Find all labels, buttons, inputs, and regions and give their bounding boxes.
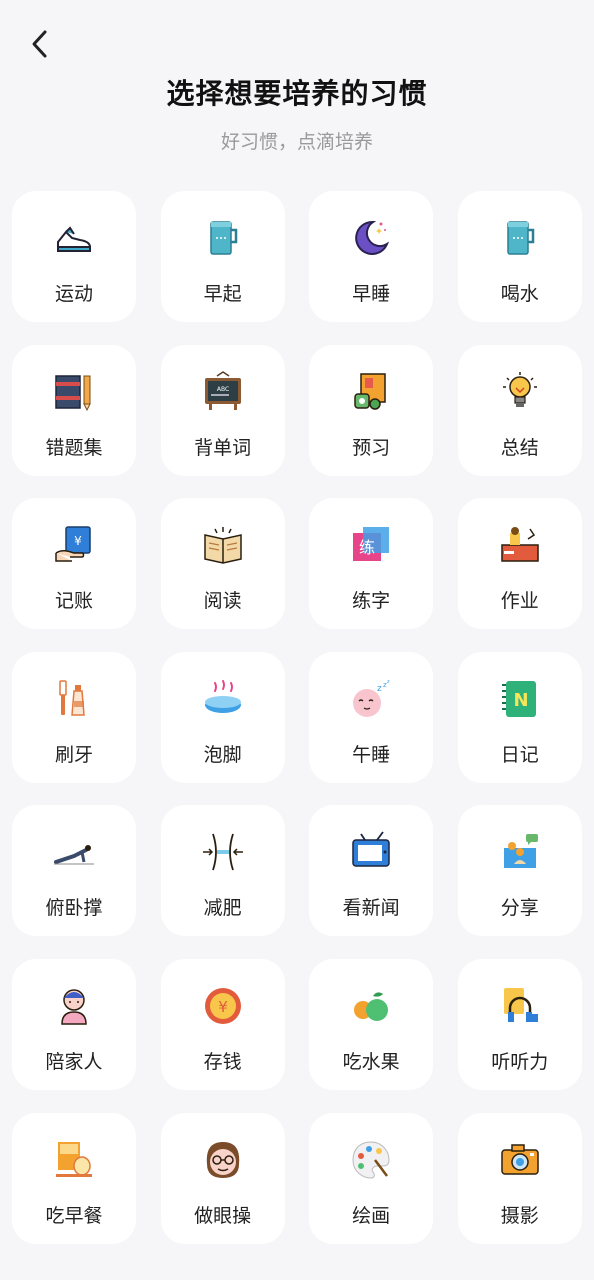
habit-label: 早起: [203, 283, 242, 305]
habit-label: 吃早餐: [45, 1204, 103, 1227]
fruit-icon: [354, 992, 389, 1021]
habit-label: 分享: [500, 897, 539, 920]
calligraphy-icon: 练: [353, 527, 390, 562]
habit-card[interactable]: 分享: [457, 805, 582, 937]
habit-card[interactable]: 吃水果: [309, 958, 434, 1090]
habit-card[interactable]: 吃早餐: [12, 1112, 136, 1244]
habit-label: 早睡: [352, 283, 391, 305]
habit-card[interactable]: 听听力: [457, 958, 582, 1090]
page-subtitle: 好习惯，点滴培养: [220, 131, 373, 153]
svg-text:练: 练: [359, 538, 375, 557]
habit-card[interactable]: 练练字: [309, 498, 434, 630]
habit-label: 吃水果: [342, 1050, 400, 1073]
palette-icon: [352, 1141, 390, 1179]
habit-card[interactable]: 作业: [457, 498, 582, 630]
habit-label: 日记: [500, 743, 539, 766]
money-hand-icon: ¥: [55, 526, 91, 562]
habit-label: 看新闻: [342, 897, 400, 920]
habit-card[interactable]: 喝水: [457, 191, 582, 322]
pushup-icon: [54, 845, 94, 865]
svg-text:z: z: [387, 679, 390, 685]
svg-text:ABC: ABC: [216, 386, 228, 393]
habit-card[interactable]: 俯卧撑: [12, 805, 136, 937]
chevron-left-icon: [32, 30, 47, 58]
habit-card[interactable]: 总结: [457, 344, 582, 476]
habit-card[interactable]: ¥ 存钱: [160, 958, 285, 1090]
habit-card[interactable]: 减肥: [160, 805, 285, 937]
habit-label: 总结: [500, 436, 539, 459]
habit-label: 背单词: [194, 436, 252, 459]
lightbulb-icon: [502, 371, 537, 407]
toothbrush-icon: [59, 680, 85, 716]
habit-label: 泡脚: [203, 743, 242, 766]
habit-label: 做眼操: [194, 1204, 252, 1227]
page-title: 选择想要培养的习惯: [166, 77, 428, 110]
habit-card[interactable]: 摄影: [457, 1112, 582, 1244]
habit-card[interactable]: 预习: [309, 344, 434, 476]
open-book-icon: [203, 527, 242, 564]
habit-card[interactable]: 绘画: [309, 1112, 434, 1244]
glasses-face-icon: [206, 1141, 239, 1178]
person-icon: [61, 989, 87, 1025]
moon-icon: [355, 220, 390, 255]
habit-label: 阅读: [203, 590, 242, 613]
habit-label: 绘画: [352, 1204, 391, 1227]
book-stack-icon: [354, 372, 386, 410]
habit-card[interactable]: 陪家人: [12, 958, 136, 1090]
habit-label: 减肥: [203, 897, 242, 920]
headphones-icon: [503, 987, 538, 1022]
habit-label: 俯卧撑: [45, 897, 103, 920]
desk-lamp-icon: [501, 527, 539, 562]
habit-grid: 运动 早起 早睡 喝水 错题集 ABC 背单词 预习 总结 ¥ 记账 阅读练练字 作业 刷牙 泡脚 z z z 午睡…: [12, 191, 582, 1244]
foot-basin-icon: [204, 679, 241, 713]
svg-text:¥: ¥: [74, 534, 82, 548]
habit-card[interactable]: 错题集: [12, 344, 136, 476]
habit-label: 陪家人: [45, 1050, 103, 1073]
habit-label: 作业: [500, 590, 539, 613]
habit-card[interactable]: 早起: [160, 191, 285, 322]
habit-label: 午睡: [352, 743, 391, 766]
share-people-icon: [503, 834, 538, 869]
habit-card[interactable]: 看新闻: [309, 805, 434, 937]
svg-text:¥: ¥: [218, 998, 228, 1016]
notebook-pencil-icon: [55, 374, 91, 411]
camera-icon: [501, 1143, 539, 1175]
habit-label: 摄影: [500, 1204, 539, 1227]
waist-icon: [202, 834, 243, 871]
tv-icon: [352, 831, 390, 868]
habit-card[interactable]: ABC 背单词: [160, 344, 285, 476]
habit-label: 喝水: [500, 283, 539, 305]
habit-label: 预习: [352, 436, 391, 459]
habit-card[interactable]: 运动: [12, 191, 136, 322]
habit-label: 练字: [352, 590, 391, 613]
sleepy-face-icon: zzz: [353, 679, 390, 717]
habit-label: 运动: [54, 283, 93, 305]
habit-card[interactable]: 做眼操: [160, 1112, 285, 1244]
habit-label: 存钱: [203, 1050, 242, 1073]
svg-text:N: N: [513, 690, 528, 711]
habit-card[interactable]: ¥ 记账: [12, 498, 136, 630]
habit-label: 记账: [54, 590, 93, 613]
blackboard-icon: ABC: [204, 370, 241, 410]
back-button[interactable]: [20, 24, 60, 64]
sneaker-icon: [57, 226, 91, 252]
habit-card[interactable]: 阅读: [160, 498, 285, 630]
svg-text:z: z: [377, 684, 382, 694]
coin-icon: ¥: [204, 987, 241, 1024]
breakfast-icon: [56, 1141, 92, 1177]
habit-label: 错题集: [45, 436, 103, 459]
cup-icon: [209, 221, 237, 255]
habit-card[interactable]: 早睡: [309, 191, 434, 322]
cup-icon: [507, 221, 535, 255]
habit-card[interactable]: z z z 午睡: [309, 651, 434, 783]
diary-icon: N: [501, 680, 536, 717]
habit-card[interactable]: 刷牙: [12, 651, 136, 783]
habit-label: 刷牙: [54, 743, 93, 766]
habit-card[interactable]: 泡脚: [160, 651, 285, 783]
habit-card[interactable]: N 日记: [457, 651, 582, 783]
habit-label: 听听力: [491, 1050, 549, 1073]
